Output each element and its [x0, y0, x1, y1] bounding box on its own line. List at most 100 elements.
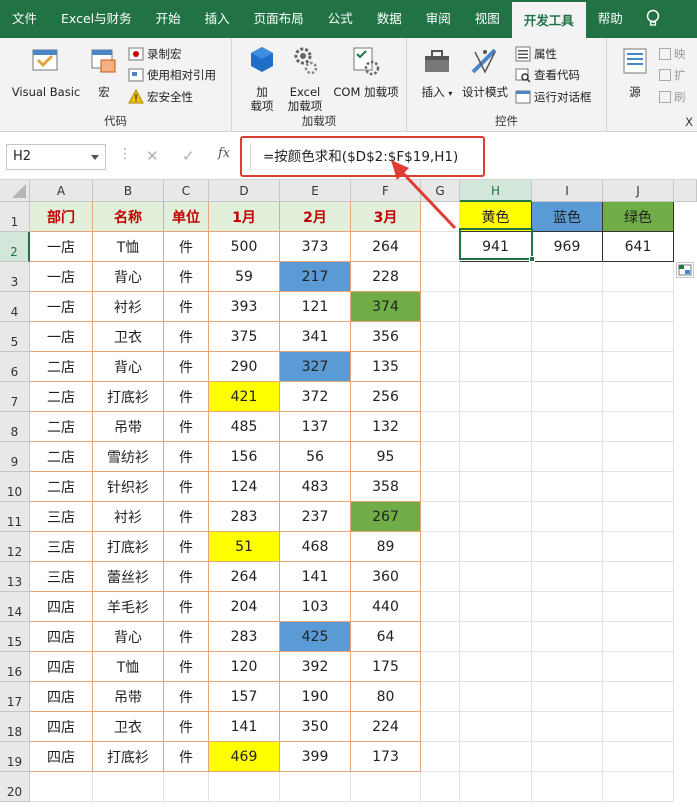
- table-cell[interactable]: 件: [164, 442, 209, 472]
- table-cell[interactable]: 件: [164, 232, 209, 262]
- column-header-c[interactable]: C: [164, 180, 209, 202]
- empty-cell[interactable]: [603, 652, 674, 682]
- table-cell[interactable]: 173: [351, 742, 421, 772]
- table-cell[interactable]: 四店: [30, 622, 93, 652]
- empty-cell[interactable]: [421, 202, 460, 232]
- menu-item-0[interactable]: 文件: [0, 0, 49, 38]
- empty-cell[interactable]: [603, 382, 674, 412]
- row-header-20[interactable]: 20: [0, 772, 30, 802]
- chevron-down-icon[interactable]: [91, 155, 99, 160]
- table-cell[interactable]: 399: [280, 742, 351, 772]
- table-cell[interactable]: 425: [280, 622, 351, 652]
- empty-cell[interactable]: [421, 412, 460, 442]
- empty-cell[interactable]: [460, 742, 532, 772]
- empty-cell[interactable]: [421, 562, 460, 592]
- table-cell[interactable]: 件: [164, 502, 209, 532]
- empty-cell[interactable]: [460, 772, 532, 802]
- result-header-green[interactable]: 绿色: [603, 202, 674, 232]
- menu-item-10[interactable]: 帮助: [586, 0, 635, 38]
- table-cell[interactable]: 132: [351, 412, 421, 442]
- table-cell[interactable]: 204: [209, 592, 280, 622]
- empty-cell[interactable]: [460, 502, 532, 532]
- empty-cell[interactable]: [532, 652, 603, 682]
- table-cell[interactable]: 89: [351, 532, 421, 562]
- empty-cell[interactable]: [603, 292, 674, 322]
- table-cell[interactable]: 237: [280, 502, 351, 532]
- xml-source-button[interactable]: 源: [617, 44, 653, 99]
- table-cell[interactable]: 190: [280, 682, 351, 712]
- empty-cell[interactable]: [603, 412, 674, 442]
- name-box[interactable]: H2: [6, 144, 106, 170]
- addins-button[interactable]: 加 载项: [242, 44, 282, 113]
- excel-addins-button[interactable]: Excel 加载项: [282, 44, 328, 113]
- table-cell[interactable]: 件: [164, 352, 209, 382]
- empty-cell[interactable]: [532, 562, 603, 592]
- table-cell[interactable]: 80: [351, 682, 421, 712]
- empty-cell[interactable]: [280, 772, 351, 802]
- row-header-13[interactable]: 13: [0, 562, 30, 592]
- row-header-16[interactable]: 16: [0, 652, 30, 682]
- menu-item-1[interactable]: Excel与财务: [49, 0, 144, 38]
- empty-cell[interactable]: [532, 502, 603, 532]
- row-header-12[interactable]: 12: [0, 532, 30, 562]
- row-header-10[interactable]: 10: [0, 472, 30, 502]
- table-cell[interactable]: 350: [280, 712, 351, 742]
- table-cell[interactable]: 打底衫: [93, 382, 164, 412]
- table-cell[interactable]: 一店: [30, 262, 93, 292]
- empty-cell[interactable]: [532, 712, 603, 742]
- view-code-button[interactable]: 查看代码: [515, 65, 580, 85]
- table-cell[interactable]: 打底衫: [93, 532, 164, 562]
- empty-cell[interactable]: [603, 502, 674, 532]
- table-header-cell[interactable]: 1月: [209, 202, 280, 232]
- table-cell[interactable]: T恤: [93, 232, 164, 262]
- table-cell[interactable]: 件: [164, 562, 209, 592]
- row-header-5[interactable]: 5: [0, 322, 30, 352]
- table-header-cell[interactable]: 2月: [280, 202, 351, 232]
- table-cell[interactable]: 羊毛衫: [93, 592, 164, 622]
- table-cell[interactable]: 374: [351, 292, 421, 322]
- table-cell[interactable]: 二店: [30, 412, 93, 442]
- empty-cell[interactable]: [421, 262, 460, 292]
- table-cell[interactable]: 蕾丝衫: [93, 562, 164, 592]
- empty-cell[interactable]: [603, 262, 674, 292]
- empty-cell[interactable]: [93, 772, 164, 802]
- table-cell[interactable]: 四店: [30, 652, 93, 682]
- table-cell[interactable]: 二店: [30, 382, 93, 412]
- empty-cell[interactable]: [421, 472, 460, 502]
- table-cell[interactable]: 392: [280, 652, 351, 682]
- table-cell[interactable]: 四店: [30, 742, 93, 772]
- table-cell[interactable]: 327: [280, 352, 351, 382]
- table-cell[interactable]: 件: [164, 532, 209, 562]
- table-cell[interactable]: 四店: [30, 592, 93, 622]
- empty-cell[interactable]: [460, 472, 532, 502]
- menu-item-8[interactable]: 视图: [463, 0, 512, 38]
- empty-cell[interactable]: [532, 352, 603, 382]
- table-cell[interactable]: 件: [164, 622, 209, 652]
- empty-cell[interactable]: [421, 742, 460, 772]
- table-cell[interactable]: 件: [164, 682, 209, 712]
- menu-item-7[interactable]: 审阅: [414, 0, 463, 38]
- table-cell[interactable]: 三店: [30, 562, 93, 592]
- table-cell[interactable]: 485: [209, 412, 280, 442]
- table-cell[interactable]: 衬衫: [93, 502, 164, 532]
- table-cell[interactable]: 四店: [30, 682, 93, 712]
- fill-handle[interactable]: [529, 256, 535, 262]
- table-cell[interactable]: 背心: [93, 352, 164, 382]
- table-cell[interactable]: 393: [209, 292, 280, 322]
- run-dialog-button[interactable]: 运行对话框: [515, 87, 592, 107]
- table-cell[interactable]: 224: [351, 712, 421, 742]
- empty-cell[interactable]: [603, 772, 674, 802]
- table-cell[interactable]: 件: [164, 382, 209, 412]
- row-header-17[interactable]: 17: [0, 682, 30, 712]
- empty-cell[interactable]: [532, 622, 603, 652]
- empty-cell[interactable]: [421, 532, 460, 562]
- empty-cell[interactable]: [460, 622, 532, 652]
- empty-cell[interactable]: [603, 742, 674, 772]
- table-cell[interactable]: 440: [351, 592, 421, 622]
- menu-item-6[interactable]: 数据: [365, 0, 414, 38]
- empty-cell[interactable]: [532, 412, 603, 442]
- empty-cell[interactable]: [421, 592, 460, 622]
- table-cell[interactable]: 290: [209, 352, 280, 382]
- table-cell[interactable]: 256: [351, 382, 421, 412]
- table-cell[interactable]: 217: [280, 262, 351, 292]
